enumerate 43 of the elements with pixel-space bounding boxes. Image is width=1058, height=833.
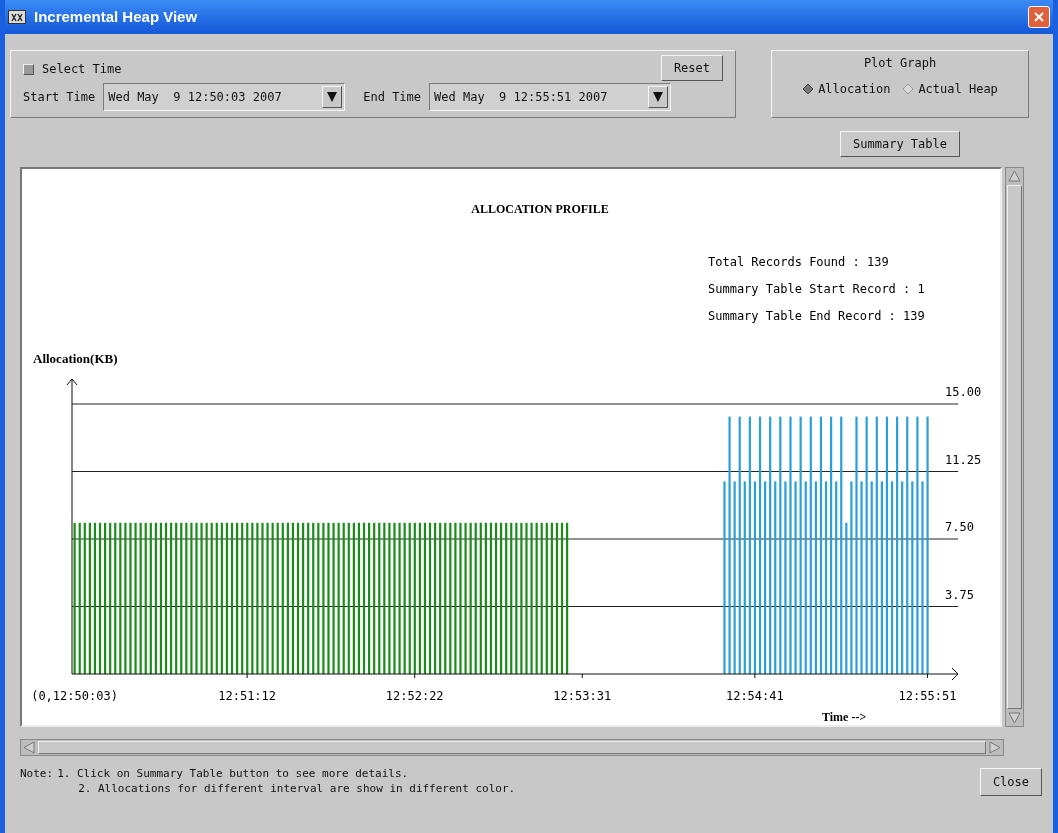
x-tick-label: 12:55:51 xyxy=(898,689,957,703)
horizontal-scrollbar[interactable] xyxy=(20,739,1004,756)
radio-label[interactable]: Actual Heap xyxy=(918,80,998,98)
dropdown-icon[interactable] xyxy=(322,86,343,108)
radio-label[interactable]: Allocation xyxy=(818,80,891,98)
app-icon xyxy=(8,10,26,24)
stat-text: Summary Table End Record : 139 xyxy=(708,309,925,323)
stat-text: Summary Table Start Record : 1 xyxy=(708,282,925,296)
x-tick-label: (0,12:50:03) xyxy=(31,689,118,703)
reset-button[interactable]: Reset xyxy=(660,55,723,81)
x-tick-label: 12:52:22 xyxy=(385,689,444,703)
right-arrow-icon[interactable] xyxy=(988,741,1002,754)
x-axis-label: Time --> xyxy=(822,710,867,724)
window-title: Incremental Heap View xyxy=(34,6,199,27)
y-tick-label: 11.25 xyxy=(945,452,982,467)
time-field[interactable]: Wed May 9 12:55:51 2007 xyxy=(429,83,672,111)
x-tick-label: 12:53:31 xyxy=(553,689,612,703)
y-axis-label: Allocation(KB) xyxy=(33,351,118,366)
left-arrow-icon[interactable] xyxy=(22,741,36,754)
note-text: 2. Allocations for different interval are show in different color. xyxy=(78,781,516,796)
up-arrow-icon[interactable] xyxy=(1007,169,1022,183)
y-tick-label: 7.50 xyxy=(945,520,974,534)
select-time-checkbox[interactable]: Select Time xyxy=(23,60,122,78)
close-icon[interactable] xyxy=(1028,6,1050,28)
x-tick-label: 12:54:41 xyxy=(725,689,784,703)
dropdown-icon[interactable] xyxy=(648,86,669,108)
field-label: Start Time xyxy=(23,89,96,106)
summary-table-button[interactable]: Summary Table xyxy=(840,131,960,157)
note-label: Note: xyxy=(20,766,54,782)
radio-diamond-icon[interactable] xyxy=(902,83,915,95)
radio-diamond-icon[interactable] xyxy=(802,83,815,95)
close-button[interactable]: Close xyxy=(979,768,1042,796)
note-text: 1. Click on Summary Table button to see more details. xyxy=(57,766,410,781)
time-field[interactable]: Wed May 9 12:50:03 2007 xyxy=(103,83,346,111)
y-tick-label: 15.00 xyxy=(945,385,982,399)
x-tick-label: 12:51:12 xyxy=(218,689,277,703)
vertical-scrollbar[interactable] xyxy=(1005,167,1024,727)
stat-text: Total Records Found : 139 xyxy=(708,255,889,269)
field-label: End Time xyxy=(363,89,422,106)
y-tick-label: 3.75 xyxy=(945,587,974,602)
chart-title: ALLOCATION PROFILE xyxy=(471,202,609,216)
down-arrow-icon[interactable] xyxy=(1007,711,1022,725)
group-title: Plot Graph xyxy=(863,55,937,72)
